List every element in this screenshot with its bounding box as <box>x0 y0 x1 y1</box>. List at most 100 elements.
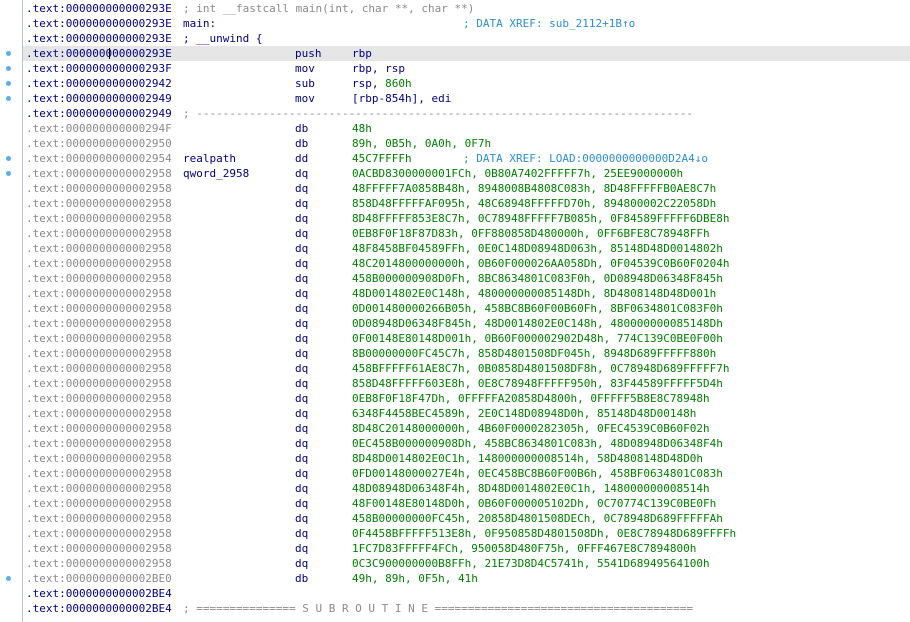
numeric-operand[interactable]: 458B000000908D0Fh, 8BC8634801C083F0h, 0D… <box>352 272 723 285</box>
listing-line[interactable]: .text:0000000000002958 dq 8D48FFFFF853E8C7… <box>23 211 910 226</box>
address[interactable]: .text:000000000000294F <box>26 121 172 136</box>
numeric-operand[interactable]: 0D001480000266B05h, 458BC8B60F00B60Fh, 8… <box>352 302 723 315</box>
address[interactable]: .text:0000000000002958 <box>26 346 172 361</box>
operands[interactable]: 8D48C20148000000h, 4B60F0000282305h, 0FE… <box>352 421 710 436</box>
address[interactable]: .text:0000000000002958 <box>26 541 172 556</box>
address[interactable]: .text:0000000000002958 <box>26 211 172 226</box>
numeric-operand[interactable]: 48D08948D06348F4h, 8D48D0014802E0C1h, 14… <box>352 482 710 495</box>
mnemonic[interactable]: dq <box>295 481 308 496</box>
address[interactable]: .text:0000000000002942 <box>26 76 172 91</box>
mnemonic[interactable]: dq <box>295 526 308 541</box>
address[interactable]: .text:0000000000002958 <box>26 196 172 211</box>
listing-line[interactable]: .text:0000000000002958 dq 0FD00148000027E4… <box>23 466 910 481</box>
operands[interactable]: 8D48D0014802E0C1h, 148000000008514h, 58D… <box>352 451 703 466</box>
operands[interactable]: 0C3C900000000B8FFh, 21E73D8D4C5741h, 554… <box>352 556 710 571</box>
operands[interactable]: 458B00000000FC45h, 20858D4801508DECh, 0C… <box>352 511 723 526</box>
address[interactable]: .text:0000000000002958 <box>26 301 172 316</box>
listing-line[interactable]: .text:000000000000293E ; __unwind { <box>23 31 910 46</box>
disassembly-listing[interactable]: .text:000000000000293E ; int __fastcall m… <box>23 1 910 616</box>
address[interactable]: .text:0000000000002958 <box>26 481 172 496</box>
address[interactable]: .text:0000000000002BE0 <box>26 571 172 586</box>
listing-line[interactable]: .text:0000000000002958 dq 8D48C20148000000… <box>23 421 910 436</box>
operands[interactable]: 8B00000000FC45C7h, 858D4801508DF045h, 89… <box>352 346 716 361</box>
register-operand[interactable]: rbp <box>352 47 372 60</box>
mnemonic[interactable]: dq <box>295 346 308 361</box>
listing-line[interactable]: .text:000000000000293E push rbp <box>23 46 910 61</box>
operands[interactable]: 0ACBD8300000001FCh, 0B80A7402FFFFF7h, 25… <box>352 166 683 181</box>
address[interactable]: .text:0000000000002958 <box>26 316 172 331</box>
listing-line[interactable]: .text:0000000000002949 mov [rbp-854h], edi <box>23 91 910 106</box>
address[interactable]: .text:0000000000002958 <box>26 421 172 436</box>
breakpoint-dot-icon[interactable] <box>6 171 11 176</box>
operands[interactable]: 458BFFFFF61AE8C7h, 0B0858D4801508DF8h, 0… <box>352 361 730 376</box>
mnemonic[interactable]: dq <box>295 331 308 346</box>
operands[interactable]: 0FD00148000027E4h, 0EC458BC8B60F00B6h, 4… <box>352 466 723 481</box>
operands[interactable]: 0EB8F0F18F87D83h, 0FF880858D480000h, 0FF… <box>352 226 710 241</box>
mnemonic[interactable]: db <box>295 136 308 151</box>
listing-line[interactable]: .text:0000000000002958 dq 0F00148E80148D00… <box>23 331 910 346</box>
address[interactable]: .text:000000000000293E <box>26 1 172 16</box>
numeric-operand[interactable]: 860h <box>385 77 412 90</box>
address[interactable]: .text:000000000000293E <box>26 31 172 46</box>
operands[interactable]: rbp, rsp <box>352 61 405 76</box>
operands[interactable]: 48h <box>352 121 372 136</box>
numeric-operand[interactable]: 6348F4458BEC4589h, 2E0C148D08948D0h, 851… <box>352 407 696 420</box>
operands[interactable]: 0EC458B000000908Dh, 458BC8634801C083h, 4… <box>352 436 723 451</box>
address[interactable]: .text:0000000000002958 <box>26 511 172 526</box>
register-operand[interactable]: rsp, <box>352 77 385 90</box>
listing-line[interactable]: .text:0000000000002958 dq 6348F4458BEC4589… <box>23 406 910 421</box>
listing-line[interactable]: .text:0000000000002949 ; ----------------… <box>23 106 910 121</box>
numeric-operand[interactable]: 8D48C20148000000h, 4B60F0000282305h, 0FE… <box>352 422 710 435</box>
mnemonic[interactable]: dq <box>295 271 308 286</box>
mnemonic[interactable]: dq <box>295 436 308 451</box>
listing-line[interactable]: .text:0000000000002BE0 db 49h, 89h, 0F5h, … <box>23 571 910 586</box>
mnemonic[interactable]: db <box>295 121 308 136</box>
mnemonic[interactable]: dq <box>295 241 308 256</box>
operands[interactable]: 48C2014800000000h, 0B60F000026AA058Dh, 0… <box>352 256 730 271</box>
address[interactable]: .text:0000000000002958 <box>26 166 172 181</box>
breakpoint-dot-icon[interactable] <box>6 156 11 161</box>
numeric-operand[interactable]: 48D0014802E0C148h, 480000000085148Dh, 8D… <box>352 287 716 300</box>
listing-line[interactable]: .text:0000000000002958 dq 48FFFFF7A0858B48… <box>23 181 910 196</box>
address[interactable]: .text:0000000000002958 <box>26 181 172 196</box>
listing-line[interactable]: .text:000000000000293E ; int __fastcall m… <box>23 1 910 16</box>
register-operand[interactable]: [rbp-854h], edi <box>352 92 451 105</box>
listing-line[interactable]: .text:0000000000002942 sub rsp, 860h <box>23 76 910 91</box>
breakpoint-dot-icon[interactable] <box>6 576 11 581</box>
address[interactable]: .text:0000000000002958 <box>26 496 172 511</box>
mnemonic[interactable]: dq <box>295 511 308 526</box>
xref-comment[interactable]: ; DATA XREF: sub_2112+1B↑o <box>463 16 635 31</box>
operands[interactable]: 858D48FFFFFAF095h, 48C68948FFFFFD70h, 89… <box>352 196 716 211</box>
address[interactable]: .text:0000000000002958 <box>26 256 172 271</box>
symbol-label[interactable]: main: <box>183 16 216 31</box>
listing-line[interactable]: .text:0000000000002958 dq 0EB8F0F18F87D83h… <box>23 226 910 241</box>
address[interactable]: .text:000000000000293F <box>26 61 172 76</box>
numeric-operand[interactable]: 8B00000000FC45C7h, 858D4801508DF045h, 89… <box>352 347 716 360</box>
address[interactable]: .text:0000000000002958 <box>26 451 172 466</box>
numeric-operand[interactable]: 0ACBD8300000001FCh, 0B80A7402FFFFF7h, 25… <box>352 167 683 180</box>
operands[interactable]: 6348F4458BEC4589h, 2E0C148D08948D0h, 851… <box>352 406 696 421</box>
listing-line[interactable]: .text:000000000000294F db 48h <box>23 121 910 136</box>
mnemonic[interactable]: dq <box>295 196 308 211</box>
mnemonic[interactable]: dq <box>295 466 308 481</box>
operands[interactable]: 45C7FFFFh <box>352 151 412 166</box>
numeric-operand[interactable]: 48F00148E80148D0h, 0B60F000005102Dh, 0C7… <box>352 497 716 510</box>
listing-line[interactable]: .text:0000000000002954 realpath dd 45C7FFFF… <box>23 151 910 166</box>
mnemonic[interactable]: mov <box>295 91 315 106</box>
mnemonic[interactable]: dq <box>295 316 308 331</box>
listing-line[interactable]: .text:000000000000293E main: ; DATA XREF: … <box>23 16 910 31</box>
listing-line[interactable]: .text:0000000000002958 dq 48D08948D06348F4… <box>23 481 910 496</box>
address[interactable]: .text:0000000000002958 <box>26 526 172 541</box>
operands[interactable]: 8D48FFFFF853E8C7h, 0C78948FFFFF7B085h, 0… <box>352 211 730 226</box>
numeric-operand[interactable]: 89h, 0B5h, 0A0h, 0F7h <box>352 137 491 150</box>
breakpoint-dot-icon[interactable] <box>6 51 11 56</box>
listing-line[interactable]: .text:0000000000002958 dq 48D0014802E0C148… <box>23 286 910 301</box>
mnemonic[interactable]: dq <box>295 376 308 391</box>
operands[interactable]: rbp <box>352 46 372 61</box>
xref-comment[interactable]: ; DATA XREF: LOAD:0000000000000D2A4↓o <box>463 151 708 166</box>
numeric-operand[interactable]: 49h, 89h, 0F5h, 41h <box>352 572 478 585</box>
listing-line[interactable]: .text:0000000000002958 dq 48F8458BF04589FF… <box>23 241 910 256</box>
mnemonic[interactable]: sub <box>295 76 315 91</box>
breakpoint-dot-icon[interactable] <box>6 81 11 86</box>
numeric-operand[interactable]: 48h <box>352 122 372 135</box>
